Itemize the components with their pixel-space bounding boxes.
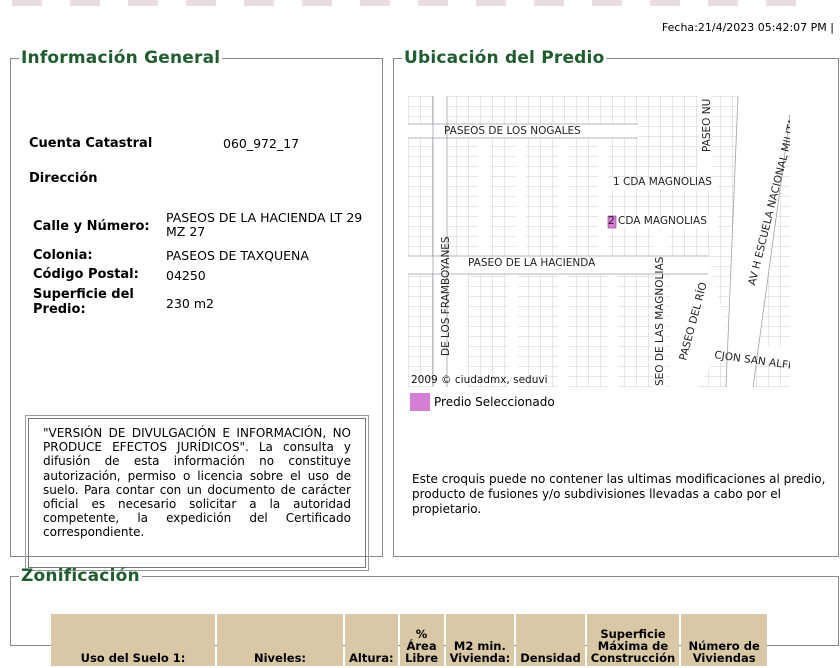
colonia-label: Colonia: [33,248,93,263]
col-uso-suelo: Uso del Suelo 1: [51,614,215,666]
label-magnolias-1: 1 CDA MAGNOLIAS [613,176,712,188]
col-densidad: Densidad [516,614,585,666]
col-superficie-max: Superficie Máxima de Construcción [586,614,680,666]
predio-map[interactable]: PASEOS DE LOS NOGALES PASEO NU 1 CDA MAG… [408,96,790,387]
zonificacion-title: Zonificación [21,566,140,586]
direccion-label: Dirección [29,171,98,186]
calle-numero-label: Calle y Número: [33,219,150,234]
informacion-general-title: Información General [21,48,221,68]
codigo-postal-label: Código Postal: [33,267,139,282]
colonia-value: PASEOS DE TAXQUENA [166,248,309,263]
superficie-value: 230 m2 [166,296,214,311]
codigo-postal-value: 04250 [166,268,206,283]
cuenta-catastral-label: Cuenta Catastral [29,136,153,151]
disclaimer-text: "VERSIÓN DE DIVULGACIÓN E INFORMACIÓN, N… [43,426,351,540]
fecha-timestamp: Fecha:21/4/2023 05:42:07 PM | [661,21,834,34]
top-decor-strip [0,0,840,6]
map-credit: 2009 © ciudadmx, seduvi [411,374,548,386]
superficie-label: Superficie del Predio: [33,287,134,317]
zonificacion-header-row: Uso del Suelo 1: Niveles: Altura: % Área… [51,614,768,666]
label-framboyanes: DE LOS FRAMBOYANES [440,236,452,356]
label-magnolias-2: 2 CDA MAGNOLIAS [608,215,707,227]
col-num-viviendas: Número de Viviendas [681,614,768,666]
zonificacion-table: Uso del Suelo 1: Niveles: Altura: % Área… [49,612,769,668]
ubicacion-predio-panel: Ubicación del Predio PASEOS DE LOS NOGAL… [393,48,839,557]
calle-numero-value: PASEOS DE LA HACIENDA LT 29 MZ 27 [166,210,363,239]
label-las-magnolias: SEO DE LAS MAGNOLIAS [654,256,666,386]
ubicacion-predio-title: Ubicación del Predio [404,48,605,68]
legend-label: Predio Seleccionado [434,395,555,409]
croquis-note: Este croquis puede no contener las ultim… [412,472,826,516]
disclaimer-box: "VERSIÓN DE DIVULGACIÓN E INFORMACIÓN, N… [25,415,369,571]
label-hacienda: PASEO DE LA HACIENDA [468,257,596,269]
map-legend: Predio Seleccionado [410,393,555,411]
informacion-general-panel: Información General Cuenta Catastral 060… [10,48,383,571]
col-altura: Altura: [345,614,398,666]
col-niveles: Niveles: [217,614,343,666]
label-paseo-nu: PASEO NU [701,99,713,152]
cuenta-catastral-value: 060_972_17 [223,136,300,151]
label-nogales: PASEOS DE LOS NOGALES [444,125,581,137]
col-m2-min: M2 min. Vivienda: [445,614,515,666]
selected-swatch [410,393,430,411]
zonificacion-panel: Zonificación Uso del Suelo 1: Niveles: A… [10,566,839,666]
col-area-libre: % Área Libre [399,614,444,666]
